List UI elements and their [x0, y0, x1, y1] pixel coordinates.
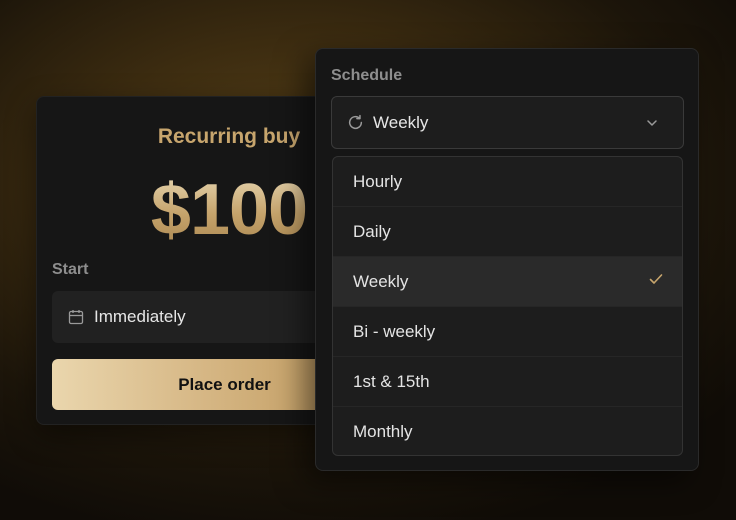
schedule-selected-value: Weekly [373, 112, 429, 132]
checkmark-icon [648, 271, 664, 292]
schedule-dropdown: Hourly Daily Weekly Bi - weekly 1st & 15… [332, 156, 683, 456]
start-label: Start [52, 261, 89, 278]
recurring-buy-card: Recurring buy $100 Start Immediately Pla… [36, 96, 352, 425]
chevron-down-icon [645, 116, 659, 130]
option-weekly[interactable]: Weekly [333, 257, 682, 307]
refresh-icon [347, 114, 364, 131]
calendar-icon [68, 309, 84, 325]
option-1st-15th[interactable]: 1st & 15th [333, 357, 682, 407]
option-bi-weekly[interactable]: Bi - weekly [333, 307, 682, 357]
option-monthly[interactable]: Monthly [333, 407, 682, 455]
option-label: Daily [353, 221, 391, 241]
schedule-select[interactable]: Weekly [331, 96, 684, 149]
start-date-field[interactable]: Immediately [52, 291, 352, 343]
option-label: Monthly [353, 422, 413, 441]
option-label: 1st & 15th [353, 371, 430, 391]
place-order-button[interactable]: Place order [52, 359, 352, 410]
option-daily[interactable]: Daily [333, 207, 682, 257]
schedule-label: Schedule [331, 67, 403, 84]
option-label: Bi - weekly [353, 321, 436, 341]
start-value: Immediately [94, 307, 186, 326]
option-hourly[interactable]: Hourly [333, 157, 682, 207]
option-label: Weekly [353, 271, 409, 291]
option-label: Hourly [353, 171, 403, 191]
schedule-panel: Schedule Weekly Hourly Daily Weekly Bi -… [315, 48, 699, 471]
